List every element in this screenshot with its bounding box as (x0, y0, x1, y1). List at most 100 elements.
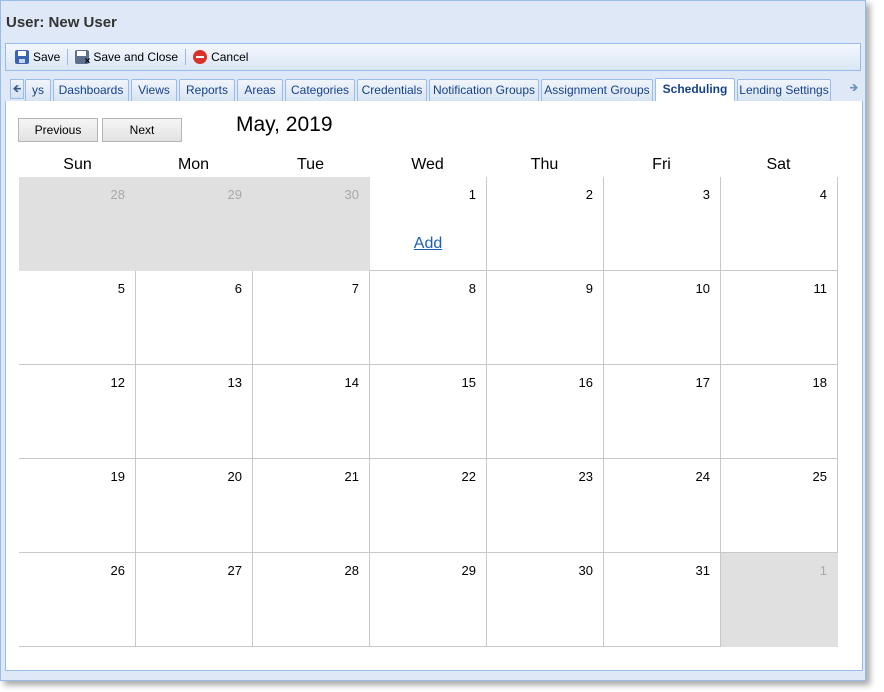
day-number: 21 (344, 469, 359, 484)
calendar-day-cell[interactable]: 2 (487, 177, 604, 271)
day-number: 8 (468, 281, 476, 296)
day-header-fri: Fri (652, 156, 671, 173)
tab-notification-groups[interactable]: Notification Groups (429, 79, 539, 101)
day-number: 14 (344, 375, 359, 390)
save-and-close-label: Save and Close (93, 50, 179, 64)
add-schedule-link[interactable]: Add (370, 235, 486, 253)
day-header-sun: Sun (63, 156, 92, 173)
calendar-day-cell[interactable]: 1 Add (370, 177, 487, 271)
day-number: 16 (578, 375, 593, 390)
calendar-day-cell[interactable]: 5 (19, 271, 136, 365)
day-number: 3 (702, 187, 710, 202)
calendar-day-cell[interactable]: 31 (604, 553, 721, 647)
calendar-day-cell[interactable]: 3 (604, 177, 721, 271)
save-icon (15, 50, 29, 64)
calendar-day-cell[interactable]: 30 (253, 177, 370, 271)
day-number: 10 (695, 281, 710, 296)
calendar-day-cell[interactable]: 25 (721, 459, 838, 553)
tab-credentials[interactable]: Credentials (357, 79, 427, 101)
day-number: 29 (227, 187, 242, 202)
day-header-sat: Sat (766, 156, 791, 173)
calendar-day-cell[interactable]: 6 (136, 271, 253, 365)
day-number: 30 (578, 563, 593, 578)
day-number: 29 (461, 563, 476, 578)
calendar-day-cell[interactable]: 18 (721, 365, 838, 459)
day-number: 4 (819, 187, 827, 202)
day-number: 2 (585, 187, 593, 202)
arrow-left-icon[interactable]: 🡸 (10, 79, 24, 99)
day-number: 9 (585, 281, 593, 296)
tab-ys[interactable]: ys (25, 79, 51, 101)
day-number: 28 (344, 563, 359, 578)
calendar-day-cell[interactable]: 1 (721, 553, 838, 647)
tab-dashboards[interactable]: Dashboards (53, 79, 129, 101)
save-and-close-button[interactable]: Save and Close (70, 50, 183, 67)
day-number: 22 (461, 469, 476, 484)
tab-categories[interactable]: Categories (285, 79, 355, 101)
day-header-mon: Mon (177, 156, 210, 173)
toolbar-separator (185, 49, 187, 65)
calendar-day-cell[interactable]: 16 (487, 365, 604, 459)
calendar-day-cell[interactable]: 10 (604, 271, 721, 365)
tab-scheduling[interactable]: Scheduling (655, 78, 735, 102)
save-button[interactable]: Save (10, 50, 65, 64)
calendar-day-cell[interactable]: 28 (253, 553, 370, 647)
calendar-day-cell[interactable]: 15 (370, 365, 487, 459)
day-header-tue: Tue (297, 156, 324, 173)
calendar-day-cell[interactable]: 14 (253, 365, 370, 459)
calendar-day-cell[interactable]: 17 (604, 365, 721, 459)
calendar-day-cell[interactable]: 21 (253, 459, 370, 553)
cancel-button[interactable]: Cancel (188, 50, 253, 64)
day-number: 28 (110, 187, 125, 202)
day-number: 6 (234, 281, 242, 296)
calendar-day-cell[interactable]: 20 (136, 459, 253, 553)
day-number: 25 (812, 469, 827, 484)
tab-lending-settings[interactable]: Lending Settings (737, 79, 831, 101)
calendar-day-cell[interactable]: 8 (370, 271, 487, 365)
calendar-day-cell[interactable]: 7 (253, 271, 370, 365)
toolbar-separator (67, 49, 69, 65)
day-number: 23 (578, 469, 593, 484)
calendar-day-cell[interactable]: 23 (487, 459, 604, 553)
calendar-day-cell[interactable]: 13 (136, 365, 253, 459)
calendar-day-cell[interactable]: 29 (370, 553, 487, 647)
calendar-day-cell[interactable]: 27 (136, 553, 253, 647)
previous-button[interactable]: Previous (18, 118, 98, 142)
scheduling-panel: Previous Next May, 2019 Sun Mon Tue Wed Thu F… (5, 101, 863, 671)
day-number: 7 (351, 281, 359, 296)
save-close-icon (75, 50, 90, 67)
tab-strip: 🡸 ys Dashboards Views Reports Areas Categorie… (5, 77, 863, 102)
tab-views[interactable]: Views (131, 79, 177, 101)
toolbar: Save Save and Close Cancel (5, 43, 861, 71)
calendar-grid: 28 29 30 1 Add 2 3 4 5 6 7 8 9 10 11 12 13 14 15 16 17 18 19 20… (19, 177, 838, 647)
tab-areas[interactable]: Areas (237, 79, 283, 101)
day-number: 27 (227, 563, 242, 578)
calendar-day-cell[interactable]: 9 (487, 271, 604, 365)
day-number: 1 (819, 563, 827, 578)
day-header-thu: Thu (530, 156, 559, 173)
day-headers: Sun Mon Tue Wed Thu Fri Sat (19, 156, 837, 177)
calendar-day-cell[interactable]: 4 (721, 177, 838, 271)
calendar-day-cell[interactable]: 22 (370, 459, 487, 553)
day-number: 30 (344, 187, 359, 202)
day-number: 15 (461, 375, 476, 390)
tab-reports[interactable]: Reports (179, 79, 235, 101)
day-number: 19 (110, 469, 125, 484)
calendar-day-cell[interactable]: 29 (136, 177, 253, 271)
arrow-right-icon[interactable]: 🡺 (847, 79, 861, 99)
day-number: 1 (468, 187, 476, 202)
calendar-day-cell[interactable]: 30 (487, 553, 604, 647)
calendar-day-cell[interactable]: 12 (19, 365, 136, 459)
next-button[interactable]: Next (102, 118, 182, 142)
calendar-day-cell[interactable]: 11 (721, 271, 838, 365)
day-number: 11 (813, 281, 828, 296)
tab-assignment-groups[interactable]: Assignment Groups (541, 79, 653, 101)
calendar-day-cell[interactable]: 19 (19, 459, 136, 553)
calendar-day-cell[interactable]: 26 (19, 553, 136, 647)
user-window: User: New User Save Save and Close Cance… (0, 0, 866, 681)
calendar-day-cell[interactable]: 28 (19, 177, 136, 271)
month-title: May, 2019 (236, 113, 333, 136)
day-header-wed: Wed (411, 156, 444, 173)
calendar-day-cell[interactable]: 24 (604, 459, 721, 553)
window-title: User: New User (6, 14, 117, 31)
